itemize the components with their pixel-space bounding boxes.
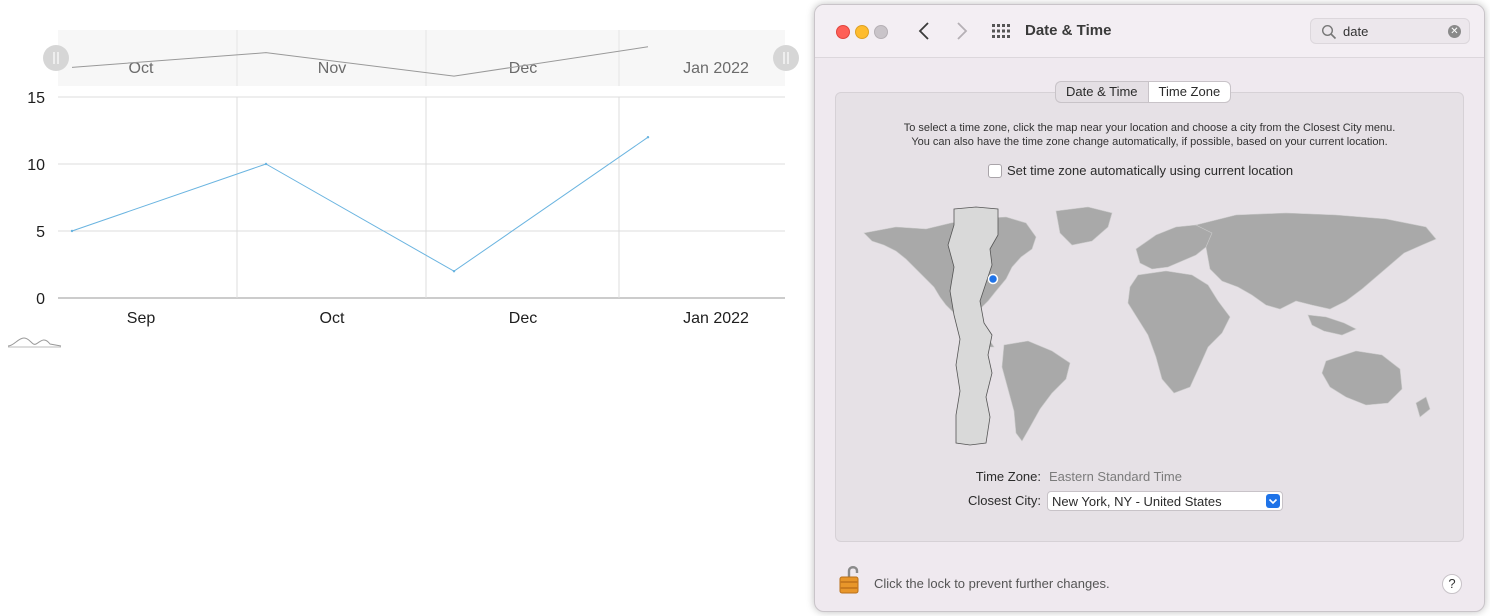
closest-city-value: New York, NY - United States <box>1052 494 1222 509</box>
data-point <box>70 229 74 233</box>
closest-city-select[interactable]: New York, NY - United States <box>1047 491 1283 511</box>
lock-message: Click the lock to prevent further change… <box>874 576 1110 591</box>
clear-icon[interactable]: ✕ <box>1448 25 1461 38</box>
close-icon[interactable] <box>836 25 850 39</box>
navigator-background <box>58 30 785 86</box>
continent-new-zealand <box>1415 396 1431 418</box>
line-chart: Oct Nov Dec Jan 2022 051015 Sep Oct Dec Jan 20… <box>7 30 799 348</box>
search-icon <box>1321 24 1337 40</box>
forward-chevron-icon[interactable] <box>951 21 971 41</box>
y-tick-label: 15 <box>27 90 45 107</box>
tab-time-zone[interactable]: Time Zone <box>1147 81 1232 103</box>
x-tick-label: Dec <box>509 310 537 327</box>
search-input[interactable] <box>1343 22 1443 40</box>
navigator-left-handle[interactable] <box>43 45 69 71</box>
date-time-preferences-window: Date & Time ✕ To select a time zone, cli… <box>814 4 1485 612</box>
navigator-right-handle[interactable] <box>773 45 799 71</box>
navigator-tick-label: Jan 2022 <box>683 60 749 77</box>
continent-asia <box>1195 212 1437 310</box>
continent-south-america <box>1001 340 1071 442</box>
x-tick-label: Oct <box>320 310 345 327</box>
closest-city-label: Closest City: <box>968 493 1041 508</box>
continent-north-america <box>863 216 1037 324</box>
continent-africa <box>1127 270 1231 394</box>
lock-icon[interactable] <box>839 563 863 595</box>
y-tick-label: 10 <box>27 157 45 174</box>
data-point <box>452 270 456 273</box>
auto-timezone-label[interactable]: Set time zone automatically using curren… <box>1007 163 1293 178</box>
instructions-line: You can also have the time zone change a… <box>911 136 1388 148</box>
search-field[interactable]: ✕ <box>1310 18 1470 44</box>
tab-date-time[interactable]: Date & Time <box>1055 81 1148 103</box>
auto-timezone-checkbox[interactable] <box>988 164 1002 178</box>
time-zone-panel: To select a time zone, click the map nea… <box>835 92 1464 542</box>
x-tick-label: Sep <box>127 310 156 327</box>
instructions-text: To select a time zone, click the map nea… <box>836 121 1463 149</box>
sparkline-icon <box>7 337 62 347</box>
data-point <box>264 162 268 166</box>
continent-europe <box>1135 224 1213 270</box>
data-point <box>646 136 650 139</box>
window-titlebar: Date & Time ✕ <box>815 5 1484 58</box>
time-zone-label: Time Zone: <box>975 469 1041 484</box>
tab-bar: Date & Time Time Zone <box>1055 81 1232 103</box>
location-pin-icon[interactable] <box>987 273 999 285</box>
line-chart-area: Oct Nov Dec Jan 2022 0 5 10 15 Sep Oct Dec Jan 20… <box>0 0 810 616</box>
zoom-icon[interactable] <box>874 25 888 39</box>
minimize-icon[interactable] <box>855 25 869 39</box>
grid-icon[interactable] <box>991 23 1011 39</box>
continent-greenland <box>1055 206 1113 246</box>
continent-indonesia <box>1307 314 1357 336</box>
help-button[interactable]: ? <box>1442 574 1462 594</box>
back-chevron-icon[interactable] <box>915 21 935 41</box>
world-time-zone-map[interactable] <box>856 205 1446 450</box>
window-title: Date & Time <box>1025 22 1112 39</box>
navigator-tick-label: Dec <box>509 60 537 77</box>
y-tick-label: 0 <box>36 291 45 308</box>
chevron-down-icon[interactable] <box>1266 494 1280 508</box>
series-line <box>71 136 649 272</box>
continent-australia <box>1321 350 1403 406</box>
x-tick-label: Jan 2022 <box>683 310 749 327</box>
selected-time-zone-region[interactable] <box>947 206 999 446</box>
instructions-line: To select a time zone, click the map nea… <box>903 122 1396 134</box>
y-tick-label: 5 <box>36 224 45 241</box>
time-zone-value: Eastern Standard Time <box>1049 469 1182 484</box>
